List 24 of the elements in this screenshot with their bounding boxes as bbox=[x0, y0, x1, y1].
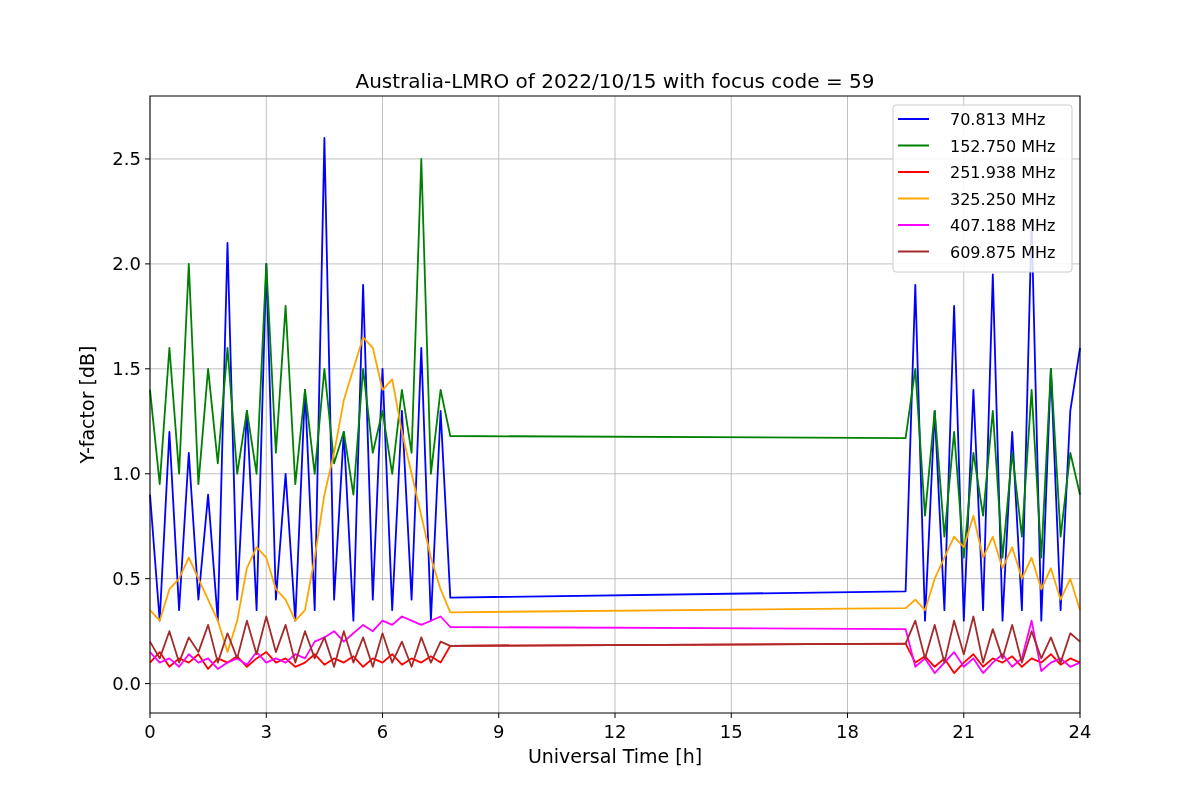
x-tick-label: 3 bbox=[260, 721, 272, 742]
x-tick-label: 12 bbox=[603, 721, 627, 742]
x-tick-label: 18 bbox=[836, 721, 859, 742]
y-tick-label: 2.5 bbox=[112, 147, 141, 169]
y-tick-label: 1.0 bbox=[112, 462, 141, 484]
legend-label: 251.938 MHz bbox=[950, 163, 1056, 182]
chart-title: Australia-LMRO of 2022/10/15 with focus code = 59 bbox=[355, 69, 875, 93]
x-tick-label: 0 bbox=[144, 721, 156, 742]
y-axis-label: Y-factor [dB] bbox=[76, 345, 98, 464]
x-tick-label: 9 bbox=[493, 721, 505, 742]
x-tick-label: 6 bbox=[376, 721, 389, 742]
x-tick-label: 24 bbox=[1068, 721, 1092, 742]
x-tick-label: 21 bbox=[952, 721, 976, 742]
x-tick-label: 15 bbox=[719, 721, 743, 742]
legend-label: 152.750 MHz bbox=[950, 136, 1056, 156]
legend-label: 325.250 MHz bbox=[950, 189, 1056, 209]
y-tick-label: 0.5 bbox=[112, 567, 141, 589]
legend-label: 70.813 MHz bbox=[950, 110, 1046, 129]
x-axis-label: Universal Time [h] bbox=[527, 745, 703, 767]
y-tick-label: 2.0 bbox=[112, 252, 141, 274]
legend-label: 407.188 MHz bbox=[950, 216, 1056, 235]
y-tick-label: 0.0 bbox=[112, 672, 141, 694]
y-tick-label: 1.5 bbox=[112, 357, 141, 379]
legend-label: 609.875 MHz bbox=[950, 242, 1056, 262]
